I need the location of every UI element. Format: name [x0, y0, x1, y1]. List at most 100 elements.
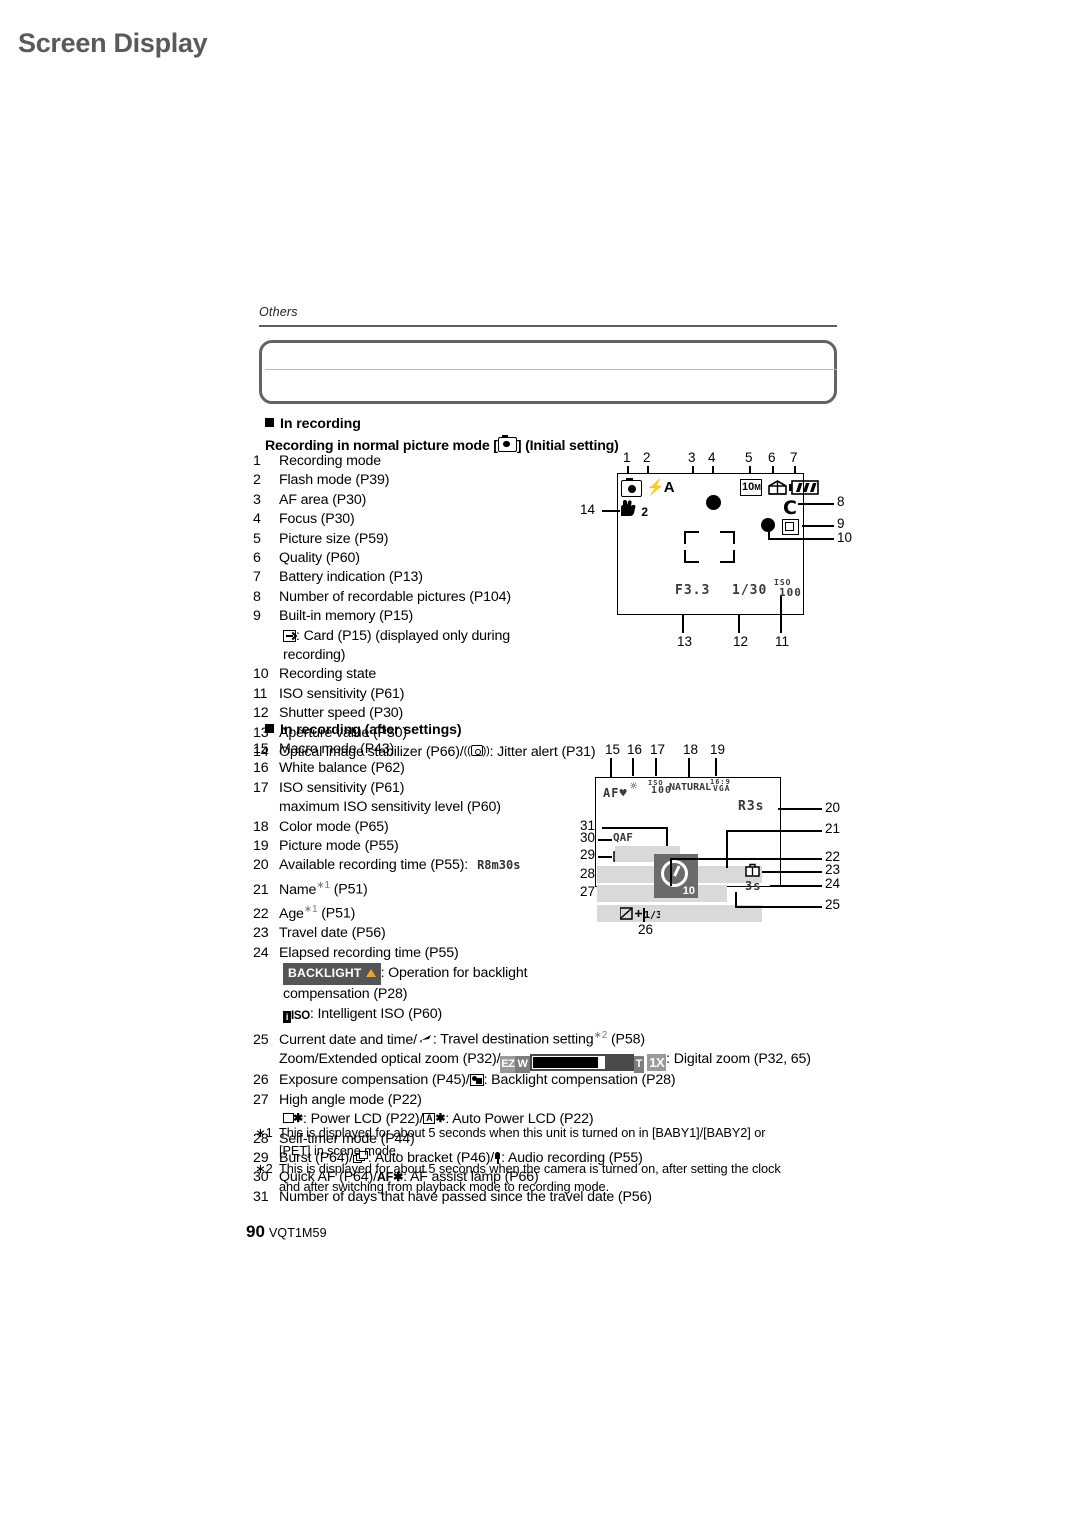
- list-item: 12 Shutter speed (P30): [253, 705, 404, 722]
- white-balance-icon: ☼: [630, 779, 638, 793]
- callout-13: 13: [677, 634, 693, 649]
- bullet-square-icon: [265, 418, 274, 427]
- list-item-sub: BACKLIGHT: Operation for backlight: [253, 962, 811, 986]
- list-item-sub: recording): [283, 647, 346, 664]
- page-number: 90: [246, 1222, 265, 1241]
- list-item: 7 Battery indication (P13): [253, 569, 423, 586]
- callout-11: 11: [775, 634, 790, 649]
- list-item: 9 Built-in memory (P15): [253, 608, 414, 625]
- list-item: 25 Current date and time/: Travel destina…: [253, 1030, 645, 1048]
- af-area-bracket-tr: [720, 531, 735, 544]
- macro-mode-icon: AF♥: [603, 786, 628, 800]
- page-title-box: [259, 340, 837, 404]
- triangle-up-icon: [365, 968, 376, 977]
- list-item: 26 Exposure compensation (P45)/: Backligh…: [253, 1072, 676, 1089]
- breadcrumb: Others: [259, 305, 298, 319]
- footnote-2: ∗2 This is displayed for about 5 seconds …: [255, 1161, 781, 1194]
- flash-mode-icon: ⚡A: [646, 479, 675, 496]
- document-code: VQT1M59: [269, 1226, 327, 1240]
- list-in-recording: 1 Recording mode 2 Flash mode (P39) 3 AF ar…: [253, 452, 596, 763]
- self-timer-seconds: 10: [682, 885, 695, 897]
- footnote-ref: ∗2: [593, 1030, 608, 1042]
- section-heading-after-settings: In recording (after settings): [265, 722, 462, 738]
- diagram-recording-after-settings: 15 16 17 18 19 AF♥ ☼ ISO 100 NATURAL 16:…: [580, 742, 870, 937]
- airplane-icon: [417, 1034, 433, 1045]
- ois-mode-number: 2: [641, 505, 648, 519]
- bullet-square-icon: [265, 724, 274, 733]
- quality-icon: [767, 480, 788, 496]
- recordable-pictures-value: C: [783, 497, 797, 519]
- callout-18: 18: [683, 742, 699, 757]
- callout-19: 19: [710, 742, 726, 757]
- callout-28: 28: [580, 866, 596, 881]
- callout-14: 14: [580, 502, 596, 517]
- footnote-1: ∗1 This is displayed for about 5 seconds …: [255, 1125, 766, 1158]
- color-mode-value: NATURAL: [669, 782, 712, 793]
- iso-value: 100: [779, 586, 802, 599]
- quick-af-icon: QAF: [613, 831, 633, 844]
- callout-1: 1: [623, 450, 631, 465]
- svg-text:1/3: 1/3: [644, 910, 660, 921]
- callout-17: 17: [650, 742, 666, 757]
- callout-29: 29: [580, 847, 596, 862]
- af-area-bracket-br: [720, 550, 735, 563]
- af-area-bracket-tl: [684, 531, 699, 544]
- callout-23: 23: [825, 862, 841, 877]
- callout-10: 10: [837, 530, 853, 545]
- callout-15: 15: [605, 742, 621, 757]
- list-item-sub: compensation (P28): [283, 986, 408, 1003]
- picture-size-icon: 10M: [740, 479, 762, 496]
- callout-4: 4: [708, 450, 716, 465]
- aperture-value: F3.3: [675, 583, 711, 598]
- footnote-ref: ∗1: [303, 903, 318, 915]
- digital-zoom-label: 1X: [647, 1054, 667, 1072]
- list-item: 6 Quality (P60): [253, 550, 360, 567]
- section-heading-in-recording: In recording: [265, 416, 361, 432]
- recording-mode-icon: [621, 478, 642, 497]
- callout-5: 5: [745, 450, 753, 465]
- list-item: 27 High angle mode (P22): [253, 1091, 422, 1108]
- focus-indicator-dot: [706, 495, 721, 510]
- list-item: 8 Number of recordable pictures (P104): [253, 588, 511, 605]
- callout-8: 8: [837, 494, 845, 509]
- backlight-button-tag: BACKLIGHT: [283, 962, 381, 986]
- callout-16: 16: [627, 742, 643, 757]
- list-item: 1 Recording mode: [253, 453, 381, 469]
- zoom-track: [529, 1054, 634, 1072]
- list-item: 24 Elapsed recording time (P55): [253, 944, 459, 961]
- list-item-sub: Zoom/Extended optical zoom (P32)/EZ W T 1X:…: [253, 1050, 811, 1074]
- backlight-compensation-icon: [469, 1074, 484, 1087]
- callout-2: 2: [643, 450, 651, 465]
- list-item: 5 Picture size (P59): [253, 530, 389, 547]
- diagram-recording-normal: 1 2 3 4 5 6 7 ⚡A 2 10M C F3.3 1/30 ISO 1…: [580, 450, 860, 655]
- list-item: 11 ISO sensitivity (P61): [253, 685, 405, 702]
- callout-3: 3: [688, 450, 696, 465]
- battery-indication-icon: [789, 480, 819, 495]
- elapsed-recording-time-value: 3s: [745, 879, 762, 893]
- optical-image-stabilizer-icon: 2: [618, 500, 648, 519]
- title-box-divider: [265, 369, 837, 370]
- list-item: 2 Flash mode (P39): [253, 472, 390, 489]
- callout-25: 25: [825, 897, 841, 912]
- callout-20: 20: [825, 800, 841, 815]
- list-item-sub: : Card (P15) (displayed only during: [253, 627, 595, 646]
- list-item-sub: i ISO: Intelligent ISO (P60): [253, 1005, 811, 1026]
- intelligent-iso-icon: i: [283, 1010, 291, 1023]
- camera-icon: [497, 435, 517, 452]
- callout-27: 27: [580, 884, 596, 899]
- manual-page: Others Screen Display In recording Recor…: [0, 0, 1080, 1528]
- self-timer-icon: 10: [654, 854, 698, 898]
- callout-7: 7: [790, 450, 798, 465]
- callout-6: 6: [768, 450, 776, 465]
- callout-12: 12: [733, 634, 749, 649]
- callout-9: 9: [837, 516, 845, 531]
- card-icon: [283, 629, 296, 642]
- footnote-ref: ∗1: [316, 879, 330, 891]
- list-item: 4 Focus (P30): [253, 511, 355, 528]
- list-item: 10 Recording state: [253, 666, 377, 683]
- callout-24: 24: [825, 876, 841, 891]
- page-title: Screen Display: [18, 28, 208, 58]
- callout-26: 26: [638, 922, 654, 937]
- available-recording-time-value: R3s: [738, 799, 765, 814]
- callout-30: 30: [580, 830, 596, 845]
